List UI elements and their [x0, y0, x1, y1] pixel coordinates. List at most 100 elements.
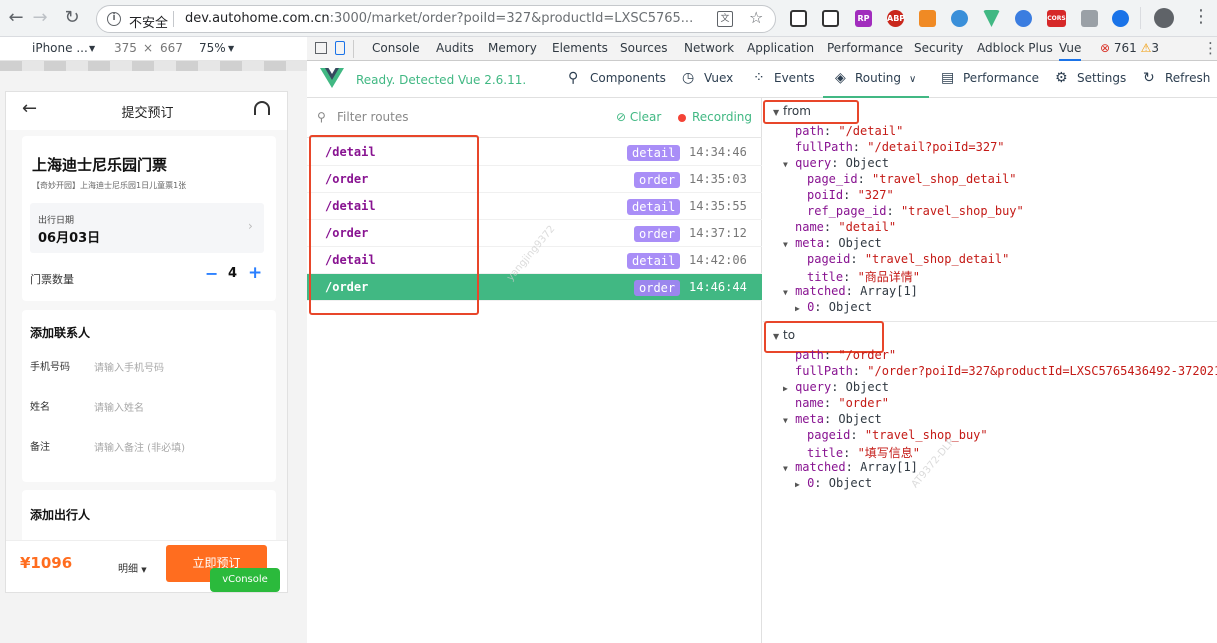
- from-matched-type: Array[1]: [860, 284, 918, 298]
- phone-input[interactable]: 请输入手机号码: [94, 359, 164, 374]
- clear-button[interactable]: ⊘ Clear: [616, 110, 661, 124]
- tab-adblock[interactable]: Adblock Plus: [977, 41, 1053, 55]
- abp-icon[interactable]: ABP: [887, 10, 905, 27]
- performance-icon: ▤: [941, 70, 955, 86]
- route-name-tag: order: [634, 172, 681, 188]
- route-name-tag: detail: [627, 199, 681, 215]
- error-count[interactable]: ⊗ 761 ⚠3: [1100, 41, 1159, 55]
- inspect-icon[interactable]: [315, 42, 327, 54]
- detail-label: 明细: [118, 564, 138, 575]
- from-meta-toggle[interactable]: ▼ meta: Object: [783, 236, 882, 250]
- to-meta-toggle[interactable]: ▼ meta: Object: [783, 412, 882, 426]
- nav-refresh[interactable]: Refresh: [1165, 71, 1210, 85]
- back-icon[interactable]: ←: [6, 8, 26, 28]
- capture-icon[interactable]: [822, 10, 839, 27]
- from-matched-toggle[interactable]: ▼ matched: Array[1]: [783, 284, 918, 298]
- tab-console[interactable]: Console: [372, 41, 420, 55]
- chevron-down-icon: ∨: [909, 74, 917, 85]
- nav-performance[interactable]: Performance: [963, 71, 1039, 85]
- caret-down-icon: ▼: [783, 288, 788, 297]
- info-icon[interactable]: i: [107, 12, 121, 26]
- traveler-title[interactable]: 添加出行人: [30, 506, 90, 523]
- device-width[interactable]: 375: [114, 41, 137, 55]
- chevron-right-icon: ›: [248, 219, 253, 233]
- tab-sources[interactable]: Sources: [620, 41, 667, 55]
- menu-icon[interactable]: ⋮: [1192, 6, 1210, 27]
- route-name-tag: order: [634, 280, 681, 296]
- to-matched-toggle[interactable]: ▼ matched: Array[1]: [783, 460, 918, 474]
- to-query-toggle[interactable]: ▶ query: Object: [783, 380, 889, 394]
- date-selector[interactable]: 出行日期 06月03日 ›: [30, 203, 264, 253]
- from-ref-page-id: "travel_shop_buy": [900, 204, 1024, 218]
- zoom-select[interactable]: 75%: [199, 41, 226, 55]
- name-input[interactable]: 请输入姓名: [94, 399, 144, 414]
- nav-vuex[interactable]: Vuex: [704, 71, 733, 85]
- error-count-value: 761: [1113, 41, 1137, 55]
- date-label: 出行日期: [38, 216, 75, 226]
- tab-audits[interactable]: Audits: [436, 41, 474, 55]
- security-label: 不安全: [129, 16, 169, 31]
- profile-avatar[interactable]: [1154, 8, 1174, 28]
- c-icon[interactable]: [919, 10, 936, 27]
- minus-button[interactable]: −: [205, 264, 218, 283]
- more-icon[interactable]: ⋮: [1203, 39, 1217, 57]
- events-icon: ⁘: [753, 70, 765, 86]
- url-text[interactable]: dev.autohome.com.cn:3000/market/order?po…: [185, 11, 693, 26]
- detail-toggle[interactable]: 明细 ▼: [118, 560, 147, 575]
- media-query-ruler: [0, 61, 307, 71]
- key-fullpath: fullPath: [795, 140, 853, 154]
- nav-routing[interactable]: ◈ Routing ∨: [823, 61, 929, 98]
- to-matched-0-toggle[interactable]: ▶ 0: Object: [795, 476, 872, 490]
- quantity-label: 门票数量: [30, 273, 74, 286]
- filter-routes-input[interactable]: Filter routes: [337, 110, 409, 124]
- edge-icon[interactable]: [1015, 10, 1032, 27]
- route-inspector: ▼ from path: "/detail" fullPath: "/detai…: [763, 98, 1217, 643]
- vconsole-button[interactable]: vConsole: [210, 568, 280, 592]
- headset-icon[interactable]: [254, 101, 270, 115]
- components-icon: ⚲: [568, 70, 579, 86]
- globe-icon[interactable]: [951, 10, 968, 27]
- caret-down-icon: ▼: [141, 566, 147, 574]
- puzzle-icon[interactable]: [1081, 10, 1098, 27]
- caret-right-icon: ▶: [795, 304, 800, 313]
- reload-icon[interactable]: ↻: [62, 8, 82, 28]
- product-title: 上海迪士尼乐园门票: [32, 156, 168, 174]
- tab-application[interactable]: Application: [747, 41, 814, 55]
- nav-components[interactable]: Components: [590, 71, 666, 85]
- vue-devtools-header: Ready. Detected Vue 2.6.11. ⚲ Components…: [307, 61, 1217, 98]
- tab-network[interactable]: Network: [684, 41, 734, 55]
- qr-icon[interactable]: [790, 10, 807, 27]
- caret-down-icon: ▼: [783, 240, 788, 249]
- key-path: path: [795, 124, 824, 138]
- tab-vue[interactable]: Vue: [1059, 41, 1082, 61]
- browser-toolbar: ← → ↻ i 不安全 dev.autohome.com.cn:3000/mar…: [0, 0, 1217, 37]
- from-query-toggle[interactable]: ▼ query: Object: [783, 156, 889, 170]
- translate-icon[interactable]: 文: [717, 11, 733, 27]
- route-time: 14:37:12: [689, 226, 747, 240]
- device-select[interactable]: iPhone ...: [32, 41, 88, 55]
- nav-events[interactable]: Events: [774, 71, 815, 85]
- recording-button[interactable]: Recording: [692, 110, 752, 124]
- note-input[interactable]: 请输入备注 (非必填): [94, 439, 185, 454]
- nav-settings[interactable]: Settings: [1077, 71, 1126, 85]
- tab-elements[interactable]: Elements: [552, 41, 608, 55]
- to-name: "order": [838, 396, 889, 410]
- from-matched-0-toggle[interactable]: ▶ 0: Object: [795, 300, 872, 314]
- vue-icon[interactable]: [983, 10, 1000, 27]
- star-icon[interactable]: ☆: [749, 8, 763, 27]
- product-card: 上海迪士尼乐园门票 【奇妙开园】上海迪士尼乐园1日儿童票1张 出行日期 06月0…: [22, 136, 276, 301]
- tab-memory[interactable]: Memory: [488, 41, 537, 55]
- tab-performance[interactable]: Performance: [827, 41, 903, 55]
- forward-icon[interactable]: →: [30, 8, 50, 28]
- quantity-value: 4: [228, 266, 238, 281]
- device-toggle-icon[interactable]: [335, 41, 345, 55]
- plus-button[interactable]: +: [248, 263, 262, 283]
- address-bar[interactable]: i 不安全 dev.autohome.com.cn:3000/market/or…: [96, 5, 776, 33]
- refresh-ext-icon[interactable]: [1112, 10, 1129, 27]
- caret-right-icon: ▶: [795, 480, 800, 489]
- tab-security[interactable]: Security: [914, 41, 963, 55]
- cors-icon[interactable]: CORS: [1047, 10, 1066, 27]
- device-height[interactable]: 667: [160, 41, 183, 55]
- rp-icon[interactable]: RP: [855, 10, 872, 27]
- to-meta-type: Object: [838, 412, 882, 426]
